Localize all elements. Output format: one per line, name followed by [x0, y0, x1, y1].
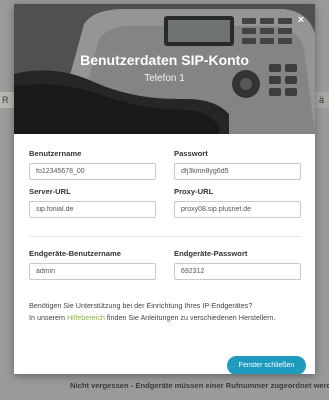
device-username-input[interactable]	[29, 263, 156, 280]
modal-header-image: Benutzerdaten SIP-Konto Telefon 1 ×	[14, 4, 315, 134]
help-area-link[interactable]: Hilfebereich	[67, 313, 105, 322]
background-footer-notice: Nicht vergessen - Endgeräte müssen einer…	[70, 381, 329, 390]
proxy-url-input[interactable]	[174, 201, 301, 218]
help-text: Benötigen Sie Unterstützung bei der Einr…	[29, 300, 279, 324]
device-password-input[interactable]	[174, 263, 301, 280]
hero-dark-overlay	[14, 4, 315, 134]
device-password-field-group: Endgeräte-Passwort	[174, 249, 301, 280]
modal-title: Benutzerdaten SIP-Konto	[80, 52, 249, 68]
close-icon[interactable]: ×	[295, 14, 307, 26]
sip-account-modal: Benutzerdaten SIP-Konto Telefon 1 × Benu…	[14, 4, 315, 374]
help-text-line1: Benötigen Sie Unterstützung bei der Einr…	[29, 301, 253, 310]
proxy-url-label: Proxy-URL	[174, 187, 214, 196]
proxy-url-field-group: Proxy-URL	[174, 187, 301, 218]
device-password-label: Endgeräte-Passwort	[174, 249, 248, 258]
username-input[interactable]	[29, 163, 156, 180]
close-window-button[interactable]: Fenster schließen	[227, 356, 306, 374]
server-url-input[interactable]	[29, 201, 156, 218]
username-label: Benutzername	[29, 149, 82, 158]
device-username-label: Endgeräte-Benutzername	[29, 249, 121, 258]
help-text-line2-pre: In unserem	[29, 313, 67, 322]
help-text-line2-post: finden Sie Anleitungen zu verschiedenen …	[104, 313, 276, 322]
background-left-text: R	[2, 95, 9, 105]
server-url-label: Server-URL	[29, 187, 71, 196]
username-field-group: Benutzername	[29, 149, 156, 180]
password-field-group: Passwort	[174, 149, 301, 180]
password-input[interactable]	[174, 163, 301, 180]
form-divider	[29, 236, 301, 237]
password-label: Passwort	[174, 149, 208, 158]
modal-subtitle: Telefon 1	[144, 73, 185, 84]
background-right-text: ä	[318, 95, 324, 105]
server-url-field-group: Server-URL	[29, 187, 156, 218]
device-username-field-group: Endgeräte-Benutzername	[29, 249, 156, 280]
